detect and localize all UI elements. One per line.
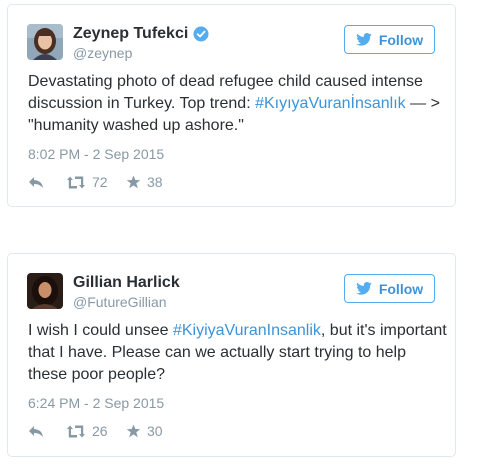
favorite-count: 38: [147, 174, 163, 190]
reply-button[interactable]: [28, 176, 66, 189]
hashtag-link[interactable]: #KıyıyaVuranİnsanlık: [255, 95, 406, 112]
tweet-text: Devastating photo of dead refugee child …: [28, 71, 448, 137]
follow-label: Follow: [378, 31, 424, 48]
tweet-actions: 26 30: [28, 423, 163, 439]
favorite-button[interactable]: 38: [126, 174, 163, 190]
retweet-icon: [67, 425, 85, 437]
reply-icon: [29, 176, 43, 188]
retweet-count: 72: [92, 174, 108, 190]
follow-button[interactable]: Follow: [344, 274, 435, 303]
twitter-bird-icon: [356, 282, 372, 295]
retweet-button[interactable]: 72: [66, 174, 126, 190]
tweet-card: Zeynep Tufekci @zeynep Follow Devastatin…: [7, 4, 456, 207]
twitter-bird-icon: [356, 33, 372, 46]
retweet-count: 26: [92, 423, 108, 439]
favorite-button[interactable]: 30: [126, 423, 163, 439]
avatar[interactable]: [27, 273, 63, 309]
favorite-count: 30: [147, 423, 163, 439]
author-name-row: Gillian Harlick: [73, 274, 180, 292]
tweet-timestamp[interactable]: 6:24 PM - 2 Sep 2015: [28, 395, 164, 411]
tweet-text: I wish I could unsee #KiyiyaVuranInsanli…: [28, 320, 448, 386]
follow-button[interactable]: Follow: [344, 25, 435, 54]
reply-icon: [29, 425, 43, 437]
reply-button[interactable]: [28, 425, 66, 438]
star-icon: [126, 175, 141, 189]
retweet-icon: [67, 176, 85, 188]
tweet-timestamp[interactable]: 8:02 PM - 2 Sep 2015: [28, 146, 164, 162]
tweet-card: Gillian Harlick @FutureGillian Follow I …: [7, 253, 456, 457]
follow-label: Follow: [378, 280, 424, 297]
author-name[interactable]: Zeynep Tufekci: [73, 25, 188, 43]
star-icon: [126, 424, 141, 438]
author-handle[interactable]: @zeynep: [73, 45, 132, 61]
author-name[interactable]: Gillian Harlick: [73, 274, 180, 292]
author-name-row: Zeynep Tufekci: [73, 25, 209, 43]
verified-badge-icon: [193, 26, 209, 42]
tweet-actions: 72 38: [28, 174, 163, 190]
hashtag-link[interactable]: #KiyiyaVuranInsanlik: [173, 322, 321, 339]
avatar[interactable]: [27, 24, 63, 60]
tweet-text-before: I wish I could unsee: [28, 322, 173, 339]
author-handle[interactable]: @FutureGillian: [73, 294, 167, 310]
retweet-button[interactable]: 26: [66, 423, 126, 439]
